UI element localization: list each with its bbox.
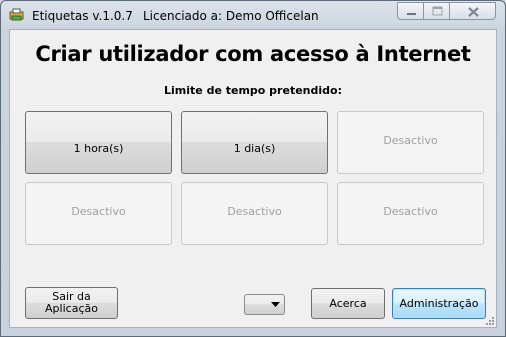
close-button[interactable] [449,2,496,20]
about-button[interactable]: Acerca [311,288,385,319]
exit-label-line-2: Aplicação [45,302,98,315]
administration-label: Administração [399,296,479,310]
time-option-label: 1 hora(s) [73,142,124,155]
time-option-label: 1 dia(s) [233,142,276,155]
app-printer-icon [9,8,24,21]
maximize-icon [432,6,443,16]
title-bar[interactable]: Etiquetas v.1.0.7 Licenciado a: Demo Off… [1,1,505,29]
time-option-1-hour-button[interactable]: 1 hora(s) [25,111,172,174]
exit-application-button[interactable]: Sair da Aplicação [25,287,118,319]
administration-button[interactable]: Administração [392,288,486,319]
time-limit-label: Limite de tempo pretendido: [164,84,342,97]
maximize-button[interactable] [423,2,450,20]
language-dropdown[interactable] [244,294,285,315]
resize-grip-icon[interactable] [485,316,495,326]
close-icon [468,7,479,17]
time-option-label: Desactivo [71,205,126,218]
time-option-label: Desactivo [383,134,438,147]
about-label: Acerca [329,296,367,310]
chevron-down-icon [271,301,280,307]
time-option-label: Desactivo [227,205,282,218]
page-title: Criar utilizador com acesso à Internet [35,42,471,66]
time-option-disabled-button: Desactivo [337,111,484,174]
minimize-button[interactable] [397,2,424,20]
time-option-disabled-button: Desactivo [181,182,328,245]
application-window: Etiquetas v.1.0.7 Licenciado a: Demo Off… [0,0,506,337]
time-option-label: Desactivo [383,205,438,218]
minimize-icon [407,13,416,15]
main-panel: Criar utilizador com acesso à Internet L… [9,29,497,328]
license-text: Licenciado a: Demo Officelan [143,9,319,23]
time-option-disabled-button: Desactivo [25,182,172,245]
time-option-disabled-button: Desactivo [337,182,484,245]
time-option-1-day-button[interactable]: 1 dia(s) [181,111,328,174]
window-title: Etiquetas v.1.0.7 [32,9,133,23]
